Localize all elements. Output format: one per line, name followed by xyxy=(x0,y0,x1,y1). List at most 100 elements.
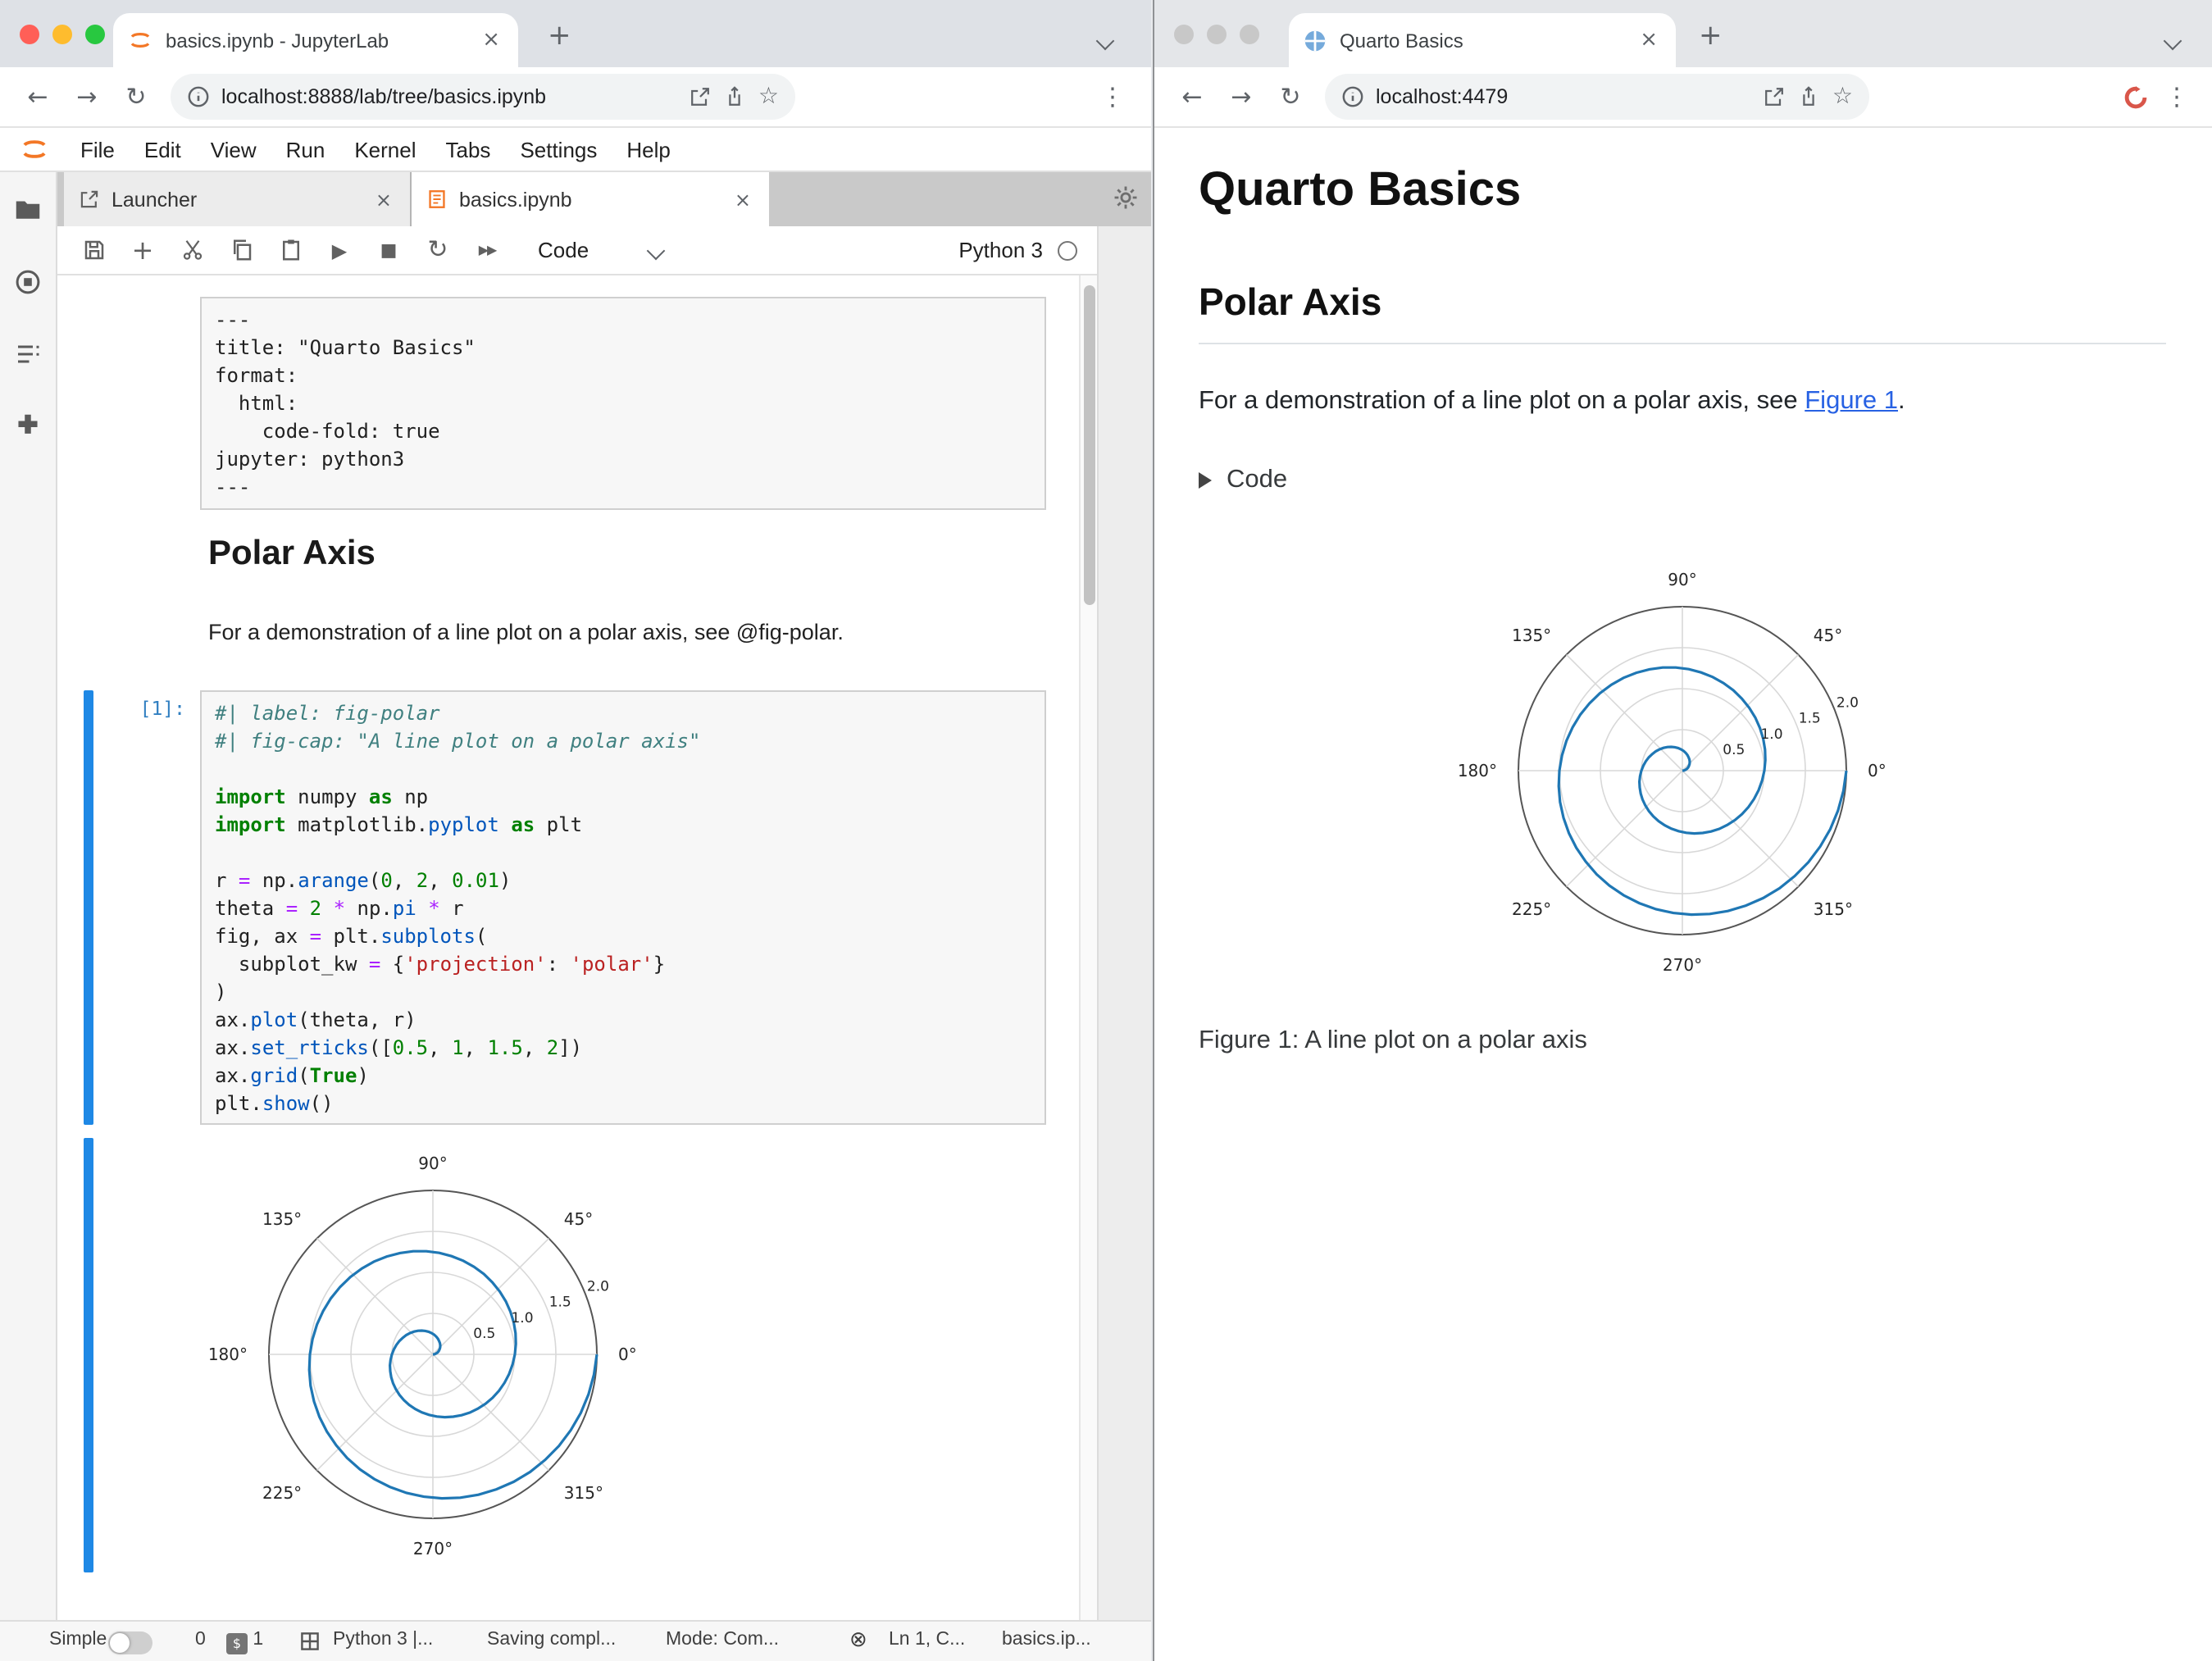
browser-menu-dots-icon[interactable]: ⋮ xyxy=(2164,84,2189,109)
menu-settings[interactable]: Settings xyxy=(505,137,612,162)
svg-text:2.0: 2.0 xyxy=(1837,695,1859,712)
bookmark-star-icon[interactable]: ☆ xyxy=(1832,85,1853,108)
kernel-indicator[interactable]: Python 3 xyxy=(958,238,1097,262)
tab-launcher[interactable]: Launcher × xyxy=(64,172,412,226)
error-circle-icon[interactable]: ⊗ xyxy=(849,1630,867,1651)
copy-cells-icon[interactable] xyxy=(216,238,266,262)
svg-text:270°: 270° xyxy=(1663,955,1702,975)
paste-cells-icon[interactable] xyxy=(266,238,315,262)
running-sessions-icon[interactable] xyxy=(13,267,43,297)
code-cell[interactable]: #| label: fig-polar #| fig-cap: "A line p… xyxy=(200,690,1046,1125)
add-cell-icon[interactable]: + xyxy=(118,236,167,263)
menu-edit[interactable]: Edit xyxy=(130,137,196,162)
jupyter-logo xyxy=(23,140,46,158)
browser-menu-dots-icon[interactable]: ⋮ xyxy=(1100,84,1125,109)
url-text[interactable]: localhost:8888/lab/tree/basics.ipynb xyxy=(221,85,678,108)
menu-tabs[interactable]: Tabs xyxy=(431,137,506,162)
svg-text:1.5: 1.5 xyxy=(549,1295,571,1311)
terminal-icon: $ xyxy=(226,1633,248,1654)
open-in-new-icon[interactable] xyxy=(1764,85,1786,108)
bookmark-star-icon[interactable]: ☆ xyxy=(758,85,779,108)
menu-file[interactable]: File xyxy=(66,137,130,162)
close-tab-icon[interactable]: × xyxy=(479,30,503,51)
raw-cell[interactable]: --- title: "Quarto Basics" format: html: c… xyxy=(200,297,1046,510)
input-prompt: [1]: xyxy=(139,697,185,720)
new-tab-button[interactable]: + xyxy=(1699,22,1723,51)
save-icon[interactable] xyxy=(69,238,118,262)
activity-sidebar xyxy=(0,172,57,1620)
back-icon[interactable]: ← xyxy=(13,84,62,109)
menu-run[interactable]: Run xyxy=(271,137,340,162)
share-icon[interactable] xyxy=(724,85,747,108)
address-bar[interactable]: localhost:8888/lab/tree/basics.ipynb ☆ xyxy=(171,74,795,120)
forward-icon[interactable]: → xyxy=(1217,84,1266,109)
mode-status[interactable]: Mode: Com... xyxy=(666,1630,779,1650)
tab-search-chevron-icon[interactable] xyxy=(1095,26,1115,56)
browser-tab[interactable]: Quarto Basics × xyxy=(1289,13,1676,67)
code-fold-toggle[interactable]: Code xyxy=(1199,466,2166,495)
files-icon[interactable] xyxy=(13,195,43,225)
close-notebook-tab-icon[interactable]: × xyxy=(731,189,754,209)
figure-link[interactable]: Figure 1 xyxy=(1805,387,1898,415)
kernel-sessions-icon[interactable] xyxy=(300,1631,320,1656)
browser-toolbar: ← → ↻ localhost:4479 ☆ ⋮ xyxy=(1154,67,2212,128)
close-traffic-light[interactable] xyxy=(20,25,39,44)
address-bar[interactable]: localhost:4479 ☆ xyxy=(1325,74,1869,120)
gear-icon[interactable] xyxy=(1112,184,1140,220)
cell-type-select[interactable]: Code xyxy=(531,234,669,266)
share-icon[interactable] xyxy=(1798,85,1821,108)
menu-help[interactable]: Help xyxy=(612,137,685,162)
browser-toolbar: ← → ↻ localhost:8888/lab/tree/basics.ipy… xyxy=(0,67,1151,128)
table-of-contents-icon[interactable] xyxy=(13,339,43,369)
maximize-traffic-light[interactable] xyxy=(1240,25,1259,44)
chevron-down-icon xyxy=(646,240,666,260)
run-cell-icon[interactable]: ▶ xyxy=(315,240,364,260)
right-sidebar-strip xyxy=(1097,226,1151,1620)
scrollbar-thumb[interactable] xyxy=(1084,285,1095,605)
window-controls xyxy=(20,25,105,44)
section-heading: Polar Axis xyxy=(1199,280,2166,344)
tab-notebook-label: basics.ipynb xyxy=(459,188,572,211)
output-collapser[interactable] xyxy=(84,1138,93,1572)
minimize-traffic-light[interactable] xyxy=(52,25,72,44)
restart-kernel-icon[interactable]: ↻ xyxy=(413,237,462,262)
extensions-icon[interactable] xyxy=(13,412,43,441)
new-tab-button[interactable]: + xyxy=(548,22,571,51)
site-info-icon[interactable] xyxy=(1341,85,1364,108)
forward-icon[interactable]: → xyxy=(62,84,112,109)
menu-kernel[interactable]: Kernel xyxy=(339,137,430,162)
toggle-knob xyxy=(110,1633,130,1653)
maximize-traffic-light[interactable] xyxy=(85,25,105,44)
open-in-new-icon[interactable] xyxy=(690,85,712,108)
cursor-position[interactable]: Ln 1, C... xyxy=(889,1630,965,1650)
browser-tab[interactable]: basics.ipynb - JupyterLab × xyxy=(113,13,518,67)
terminal-sessions[interactable]: $ 1 xyxy=(226,1630,263,1654)
input-collapser[interactable] xyxy=(84,690,93,1125)
interrupt-kernel-icon[interactable]: ■ xyxy=(364,241,413,259)
url-text[interactable]: localhost:4479 xyxy=(1376,85,1752,108)
launcher-icon xyxy=(80,190,98,208)
svg-text:0°: 0° xyxy=(618,1345,637,1364)
svg-text:225°: 225° xyxy=(262,1483,302,1503)
close-launcher-tab-icon[interactable]: × xyxy=(372,189,395,209)
quarto-browser-window: Quarto Basics × + ← → ↻ localhost:4479 ☆… xyxy=(1153,0,2212,1661)
kernel-status-text[interactable]: Python 3 |... xyxy=(333,1630,433,1650)
close-tab-icon[interactable]: × xyxy=(1636,30,1661,51)
site-info-icon[interactable] xyxy=(187,85,210,108)
cut-cells-icon[interactable] xyxy=(167,238,216,262)
update-chrome-icon[interactable] xyxy=(2123,84,2148,109)
reload-icon[interactable]: ↻ xyxy=(112,84,161,109)
notifications-count[interactable]: 0 xyxy=(195,1630,206,1650)
minimize-traffic-light[interactable] xyxy=(1207,25,1227,44)
back-icon[interactable]: ← xyxy=(1167,84,1217,109)
restart-run-all-icon[interactable]: ▶▶ xyxy=(462,243,512,257)
simple-interface-toggle[interactable] xyxy=(108,1631,152,1654)
reload-icon[interactable]: ↻ xyxy=(1266,84,1315,109)
close-traffic-light[interactable] xyxy=(1174,25,1194,44)
menu-view[interactable]: View xyxy=(196,137,271,162)
notebook-scrollbar[interactable] xyxy=(1079,275,1097,1620)
tab-notebook[interactable]: basics.ipynb × xyxy=(412,172,769,226)
quarto-rendered-page: Quarto Basics Polar Axis For a demonstra… xyxy=(1154,128,2212,1661)
svg-text:180°: 180° xyxy=(1458,761,1497,780)
tab-search-chevron-icon[interactable] xyxy=(2163,26,2182,56)
